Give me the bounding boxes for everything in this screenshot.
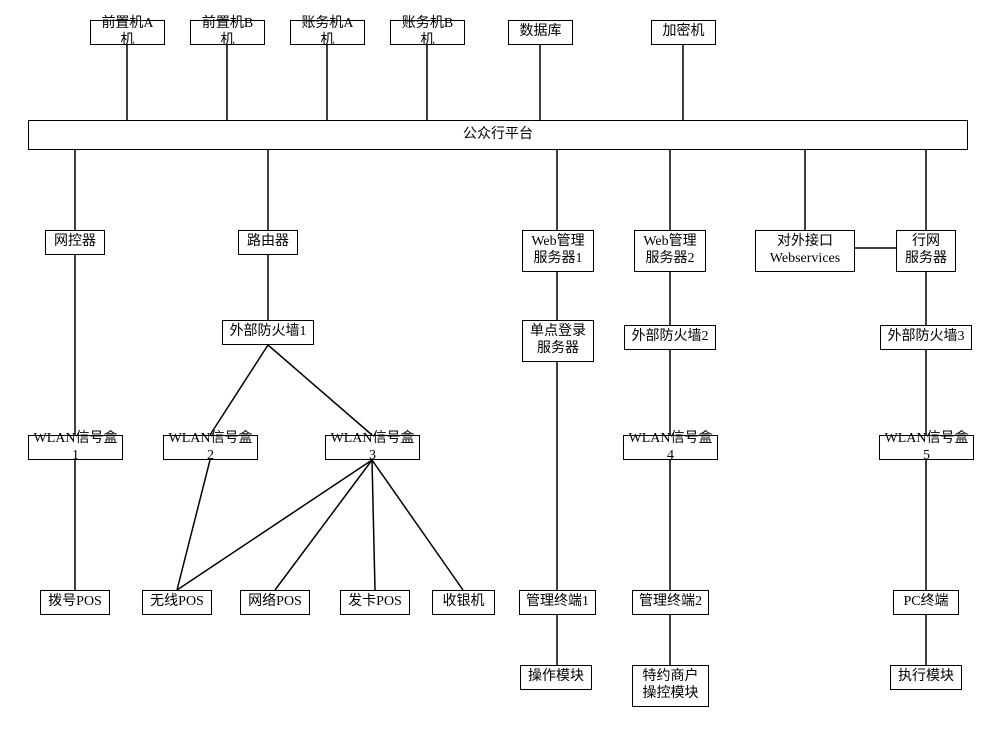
- label: 网控器: [54, 234, 96, 251]
- label: 外部防火墙2: [632, 329, 709, 346]
- label: PC终端: [903, 594, 948, 611]
- label: 执行模块: [898, 669, 954, 686]
- node-router: 路由器: [238, 230, 298, 255]
- label: 无线POS: [150, 594, 204, 611]
- label: 前置机B机: [195, 16, 260, 50]
- node-db: 数据库: [508, 20, 573, 45]
- label: 管理终端1: [526, 594, 589, 611]
- label: 操作模块: [528, 669, 584, 686]
- node-pcterm: PC终端: [893, 590, 959, 615]
- node-webmgr2: Web管理 服务器2: [634, 230, 706, 272]
- node-webmgr1: Web管理 服务器1: [522, 230, 594, 272]
- label: 特约商户 操控模块: [643, 669, 699, 703]
- label: Web管理 服务器1: [531, 234, 584, 268]
- label: WLAN信号盒4: [628, 431, 713, 465]
- node-exec: 执行模块: [890, 665, 962, 690]
- label: 发卡POS: [348, 594, 402, 611]
- label: 拨号POS: [48, 594, 102, 611]
- label: 外部防火墙3: [888, 329, 965, 346]
- node-platform: 公众行平台: [28, 120, 968, 150]
- connection-lines: [0, 0, 1000, 745]
- label: 单点登录 服务器: [530, 324, 586, 358]
- label: 对外接口 Webservices: [770, 234, 840, 268]
- node-front-a: 前置机A机: [90, 20, 165, 45]
- label: 加密机: [663, 24, 705, 41]
- node-net-pos: 网络POS: [240, 590, 310, 615]
- label: 前置机A机: [95, 16, 160, 50]
- node-card-pos: 发卡POS: [340, 590, 410, 615]
- node-acct-b: 账务机B机: [390, 20, 465, 45]
- node-fw3: 外部防火墙3: [880, 325, 972, 350]
- label: 外部防火墙1: [230, 324, 307, 341]
- node-merchant: 特约商户 操控模块: [632, 665, 709, 707]
- label: 管理终端2: [639, 594, 702, 611]
- node-wlan4: WLAN信号盒4: [623, 435, 718, 460]
- label: WLAN信号盒3: [330, 431, 415, 465]
- node-fw1: 外部防火墙1: [222, 320, 314, 345]
- node-netctrl: 网控器: [45, 230, 105, 255]
- label: WLAN信号盒5: [884, 431, 969, 465]
- node-sso: 单点登录 服务器: [522, 320, 594, 362]
- node-encrypt: 加密机: [651, 20, 716, 45]
- node-wlan1: WLAN信号盒1: [28, 435, 123, 460]
- node-fw2: 外部防火墙2: [624, 325, 716, 350]
- label: 网络POS: [248, 594, 302, 611]
- label: Web管理 服务器2: [643, 234, 696, 268]
- label: 数据库: [520, 24, 562, 41]
- node-opmod: 操作模块: [520, 665, 592, 690]
- node-acct-a: 账务机A机: [290, 20, 365, 45]
- label: 账务机B机: [395, 16, 460, 50]
- label: WLAN信号盒2: [168, 431, 253, 465]
- node-dial-pos: 拨号POS: [40, 590, 110, 615]
- node-mgmt1: 管理终端1: [519, 590, 596, 615]
- node-netserver: 行网 服务器: [896, 230, 956, 272]
- node-cashier: 收银机: [432, 590, 495, 615]
- label: WLAN信号盒1: [33, 431, 118, 465]
- label: 公众行平台: [463, 127, 533, 144]
- node-wireless-pos: 无线POS: [142, 590, 212, 615]
- label: 路由器: [247, 234, 289, 251]
- label: 行网 服务器: [905, 234, 947, 268]
- label: 收银机: [443, 594, 485, 611]
- label: 账务机A机: [295, 16, 360, 50]
- node-front-b: 前置机B机: [190, 20, 265, 45]
- node-mgmt2: 管理终端2: [632, 590, 709, 615]
- diagram-canvas: 前置机A机 前置机B机 账务机A机 账务机B机 数据库 加密机 公众行平台 网控…: [0, 0, 1000, 745]
- node-extif: 对外接口 Webservices: [755, 230, 855, 272]
- node-wlan3: WLAN信号盒3: [325, 435, 420, 460]
- node-wlan2: WLAN信号盒2: [163, 435, 258, 460]
- node-wlan5: WLAN信号盒5: [879, 435, 974, 460]
